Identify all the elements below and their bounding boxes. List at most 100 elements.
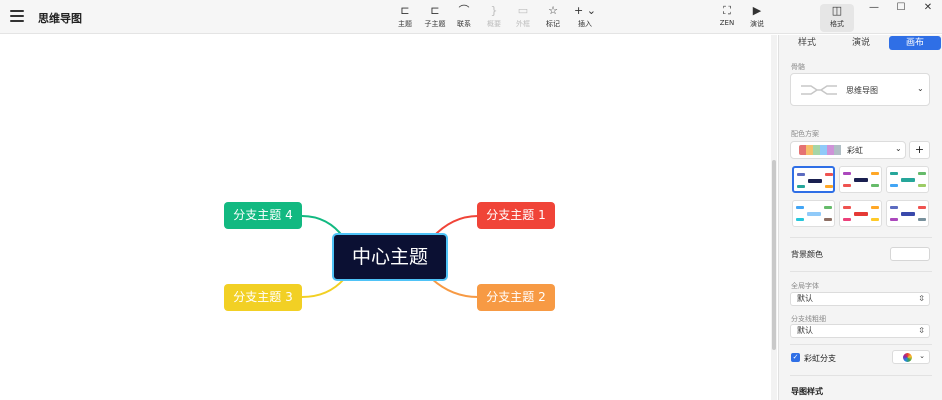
preview-line [918,184,926,187]
theme-preview-4[interactable] [792,200,835,227]
present-label: 演说 [750,20,764,28]
rainbow-branch-checkbox[interactable]: ✓ [791,353,800,362]
topic-button[interactable]: ⊏ 主题 [388,4,422,32]
present-button[interactable]: ▶ 演说 [740,4,774,32]
skeleton-select[interactable]: 思维导图 ⌄ [790,73,930,106]
color-scheme-swatch [799,145,843,155]
skeleton-value: 思维导图 [846,86,878,95]
branch-topic-4[interactable]: 分支主题 4 [224,202,302,229]
central-topic[interactable]: 中心主题 [332,233,448,281]
tab-style[interactable]: 样式 [781,36,833,50]
connector-branch-3 [301,278,345,298]
format-label: 格式 [830,20,844,28]
hamburger-menu-icon[interactable] [10,10,24,22]
insert-button[interactable]: + ⌄ 插入 [568,4,602,32]
preview-center [807,212,821,216]
marker-button[interactable]: ☆ 标记 [536,4,570,32]
add-color-scheme-button[interactable]: + [909,141,930,159]
skeleton-label: 骨骼 [791,63,805,71]
swatch-color-4 [820,145,827,155]
divider [790,344,932,345]
branch-topic-3[interactable]: 分支主题 3 [224,284,302,311]
mindmap-canvas[interactable] [0,35,771,400]
updown-chevron-icon: ⇳ [918,326,925,335]
theme-preview-5[interactable] [839,200,882,227]
theme-preview-2[interactable] [839,166,882,193]
tab-present[interactable]: 演说 [835,36,887,50]
global-font-label: 全局字体 [791,282,819,290]
branch-connectors [301,215,479,298]
preview-center [901,212,915,216]
theme-preview-1[interactable] [792,166,835,193]
theme-preview-6[interactable] [886,200,929,227]
preview-center [854,178,868,182]
branch-topic-1[interactable]: 分支主题 1 [477,202,555,229]
preview-line [890,184,898,187]
boundary-label: 外框 [516,20,530,28]
format-panel-button[interactable]: ◫ 格式 [820,4,854,32]
preview-line [797,173,805,176]
chevron-down-icon: ⌄ [919,352,925,360]
skeleton-preview-icon [801,85,837,95]
preview-line [843,184,851,187]
chevron-down-icon: ⌄ [895,144,902,153]
swatch-color-5 [827,145,834,155]
canvas-scrollbar-thumb[interactable] [772,160,776,350]
theme-preview-3[interactable] [886,166,929,193]
updown-chevron-icon: ⇳ [918,294,925,303]
global-font-value: 默认 [797,294,813,303]
maximize-icon[interactable]: ☐ [891,2,911,14]
rainbow-branch-label: 彩虹分支 [804,354,836,363]
preview-line [825,185,833,188]
rainbow-palette-dropdown[interactable]: ⌄ [892,350,930,364]
connector-branch-2 [431,278,479,298]
topic-label: 主题 [398,20,412,28]
preview-line [918,218,926,221]
preview-line [843,206,851,209]
tab-canvas[interactable]: 画布 [889,36,941,50]
swatch-color-2 [806,145,813,155]
chevron-down-icon: ⌄ [917,84,924,93]
global-font-select[interactable]: 默认 ⇳ [790,292,930,306]
star-icon: ☆ [548,4,558,17]
format-panel-icon: ◫ [831,4,843,17]
marker-label: 标记 [546,20,560,28]
preview-line [797,185,805,188]
relation-icon: ⌒ [458,4,470,17]
preview-line [843,172,851,175]
swatch-color-3 [813,145,820,155]
insert-label: 插入 [578,20,592,28]
preview-line [843,218,851,221]
divider [790,237,932,238]
top-toolbar: 思维导图 ⊏ 主题 ⊏ 子主题 ⌒ 联系 } 概要 ▭ 外框 ☆ 标记 + ⌄ … [0,0,942,34]
preview-line [824,218,832,221]
preview-center [808,179,822,183]
swatch-color-6 [834,145,841,155]
close-icon[interactable]: ✕ [918,2,938,14]
background-color-label: 背景颜色 [791,250,823,259]
branch-thickness-label: 分支线粗细 [791,315,826,323]
minimize-icon[interactable]: — [864,2,884,14]
preview-center [854,212,868,216]
panel-tabs: 样式 演说 画布 [779,35,942,51]
color-wheel-icon [903,353,912,362]
color-scheme-value: 彩虹 [847,146,863,155]
background-color-picker[interactable] [890,247,930,261]
preview-line [871,172,879,175]
relation-button[interactable]: ⌒ 联系 [447,4,481,32]
branch-topic-2[interactable]: 分支主题 2 [477,284,555,311]
swatch-color-1 [799,145,806,155]
preview-line [918,206,926,209]
preview-line [871,218,879,221]
preview-line [890,172,898,175]
branch-thickness-select[interactable]: 默认 ⇳ [790,324,930,338]
zen-button[interactable]: ⛶ ZEN [710,4,744,32]
mindmap-app: 思维导图 ⊏ 主题 ⊏ 子主题 ⌒ 联系 } 概要 ▭ 外框 ☆ 标记 + ⌄ … [0,0,942,400]
preview-line [890,218,898,221]
preview-line [824,206,832,209]
preview-line [871,206,879,209]
boundary-button[interactable]: ▭ 外框 [506,4,540,32]
document-title: 思维导图 [38,12,82,25]
preview-center [901,178,915,182]
relation-label: 联系 [457,20,471,28]
